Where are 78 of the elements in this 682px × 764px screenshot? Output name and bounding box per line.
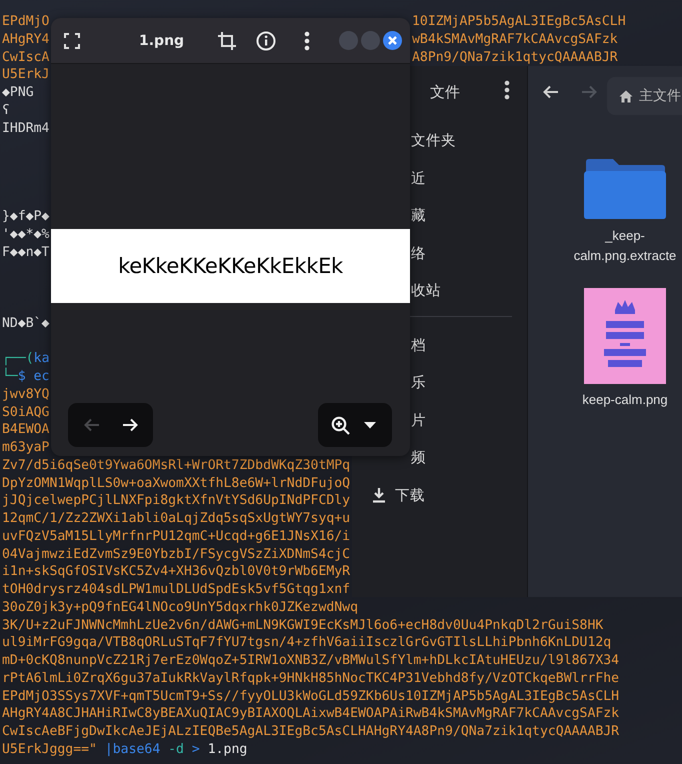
terminal-text: A8Pn9/QNa7zik1qtycQAAAABJR: [412, 48, 618, 66]
sidebar-item[interactable]: 文件夹: [411, 122, 456, 160]
sidebar-item[interactable]: 收站: [411, 272, 441, 310]
terminal-text: U5ErkJ: [2, 66, 50, 84]
terminal-text: 30oZ0jk3y+pQ9fnEG4lNOco9UnY5dqxrhk0JZKezwdNwq: [2, 598, 358, 616]
terminal-text: AHgRY4: [2, 32, 50, 47]
terminal-text: EPdMjO: [2, 14, 50, 29]
terminal-text: jwv8YQ: [2, 386, 50, 404]
arrow-icon: [122, 418, 138, 432]
sidebar-item[interactable]: 络: [411, 234, 426, 272]
home-icon: [619, 90, 633, 102]
terminal-text: rPtA6lmLi0ZrqX6gu37aIukRkVaylRfqpk+9HNkH85hNocTKC4P31Vebhd8fy/VzOTCkqeBWlrrFhe: [2, 670, 620, 688]
terminal-text: AHgRY4A8CJHAHiRIwC8yBEAXuQIAC9yBIAXOQLAixwB4EWOAPAiRwB4kSMAvMgRAF7kCAAvcgSAFzk: [2, 705, 620, 723]
image-text: keKkeKKeKKeKkEkkEk: [118, 254, 343, 278]
kebab-menu-icon[interactable]: [504, 80, 510, 100]
terminal-text: S0iAQG: [2, 404, 50, 422]
terminal-text: DpYzOMN1WqplLS0w+oaXwomXXtfhL8e6W+lrNdDFujoQ: [2, 474, 350, 492]
terminal-text: B4EWOA: [2, 421, 50, 439]
fullscreen-icon: [64, 32, 80, 48]
terminal-text: wB4kSMAvMgRAF7kCAAvcgSAFzk: [412, 30, 618, 48]
terminal-text: 3K/U+z2uFJNWNcMmhLzUe2v6n/dAWG+mLN9KGWI9EcKsMJl6o6+ecH8dv0Uu4PnkqDl2rGuiS8HK: [2, 616, 604, 634]
window-title: 1.png: [139, 32, 184, 48]
zoom-menu-button[interactable]: [364, 422, 376, 428]
zoom-in-button[interactable]: [331, 416, 350, 434]
terminal-text: 12qmC/1/Zz2ZWXi1abli0aLqjZdq5sqSxUgtWY7syq+u: [2, 510, 350, 528]
terminal-text: EPdMjO3SSys7XVF+qmT5UcmT9+Ss//fyyOLU3kWoGLd59ZKb6Us10IZMjAP5b5AgAL3IEgBc5AsCLH: [2, 688, 620, 706]
terminal-text: CwIscA: [2, 50, 50, 64]
caret-icon: [364, 422, 376, 428]
kebab-menu-icon: [304, 30, 310, 50]
sidebar-item[interactable]: 下载: [352, 476, 527, 514]
file-name[interactable]: _keep-calm.png.extracte: [568, 226, 682, 266]
arrow-icon: [543, 85, 559, 99]
terminal-text: mD+0cKQ8nunpVcZ21Rj7erEz0WqoZ+5IRW1oXNB3Z/vBMWulSfYlm+hDLkcIAtuHEUzu/l9l867X34: [2, 652, 620, 670]
sidebar-item[interactable]: 片: [411, 402, 426, 439]
sidebar-item[interactable]: 档: [411, 326, 426, 364]
terminal-text: }◆f◆P◆: [2, 208, 50, 226]
path-text: 主文件: [639, 87, 681, 105]
path-bar[interactable]: 主文件: [607, 77, 682, 115]
terminal-text: CwIscAeBFjgDwIkcAeJEjALzIEQBe5AgAL3IEgBc5AsCLHAHgRY4A8Pn9/QNa7zik1qtycQAAAABJR: [2, 723, 620, 741]
terminal-text: 04VajmwziEdZvmSz9E0YbzbI/FSycgVSzZiXDNmS4cjC: [2, 546, 350, 564]
info-button[interactable]: [256, 30, 276, 50]
folder-icon: [583, 158, 667, 220]
back-button[interactable]: [543, 85, 559, 99]
download-icon: [372, 487, 386, 504]
crop-button[interactable]: [218, 32, 236, 50]
terminal-text: 10IZMjAP5b5AgAL3IEgBc5AsCLH: [412, 13, 626, 31]
terminal-text: ul9iMrFG9gqa/VTB8qORLuSTqF7fYU7tgsn/4+zfhV6aiiIsczlGrGvGTIlsLLhiPbnh6KnLDU12q: [2, 634, 612, 652]
terminal-command: └─$ ec: [2, 368, 50, 386]
zoom-in-icon: [331, 416, 350, 434]
file-name[interactable]: keep-calm.png: [568, 390, 682, 410]
terminal-text: i1n+skSqGfOSIVsKC5Zv4+XH36vQzbl0V0t9rWb6EMyR: [2, 563, 350, 581]
close-button[interactable]: [383, 31, 402, 50]
sidebar-item[interactable]: 藏: [411, 197, 426, 234]
arrow-icon: [84, 418, 100, 432]
terminal-text: ND◆B`◆: [2, 314, 50, 332]
sidebar-title: 文件: [430, 82, 460, 102]
terminal-text: '◆◆*◆%: [2, 226, 50, 244]
close-icon: [383, 31, 402, 50]
terminal-command: ┌──(ka: [2, 350, 50, 368]
terminal-text: F◆◆n◆T: [2, 244, 50, 262]
fullscreen-button[interactable]: [64, 32, 80, 48]
terminal-command: U5ErkJggg==" |base64 -d > 1.png: [2, 740, 248, 758]
terminal-text: Zv7/d5i6qSe0t9Ywa6OMsRl+WrORt7ZDbdWKqZ30tMPq: [2, 456, 350, 474]
sidebar-item[interactable]: 乐: [411, 364, 426, 402]
crop-icon: [218, 32, 236, 50]
sidebar-item[interactable]: 近: [411, 160, 426, 197]
sidebar-item[interactable]: 频: [411, 439, 426, 476]
terminal-text: ◆PNG: [2, 84, 34, 102]
terminal-text: IHDRm4: [2, 120, 50, 138]
terminal-text: m63yaP: [2, 439, 50, 457]
arrow-icon: [581, 85, 597, 99]
terminal-text: ʕ: [2, 102, 10, 120]
menu-button[interactable]: [304, 30, 310, 50]
info-icon: [256, 30, 276, 50]
terminal-text: tOH0drysrz404sdLPW1mulDLUdSpdEsk5vf5Gtqg1xnf: [2, 581, 350, 599]
terminal-text: uvFQzV5aM15LlyMrfnrPU12qmC+Ucqd+g6E1JNsX16/i: [2, 528, 350, 546]
terminal-text: jJQjcelwepPCjlLNXFpi8gktXfnVtYSd6UpINdPFCDly: [2, 492, 350, 510]
next-button[interactable]: [122, 418, 138, 432]
